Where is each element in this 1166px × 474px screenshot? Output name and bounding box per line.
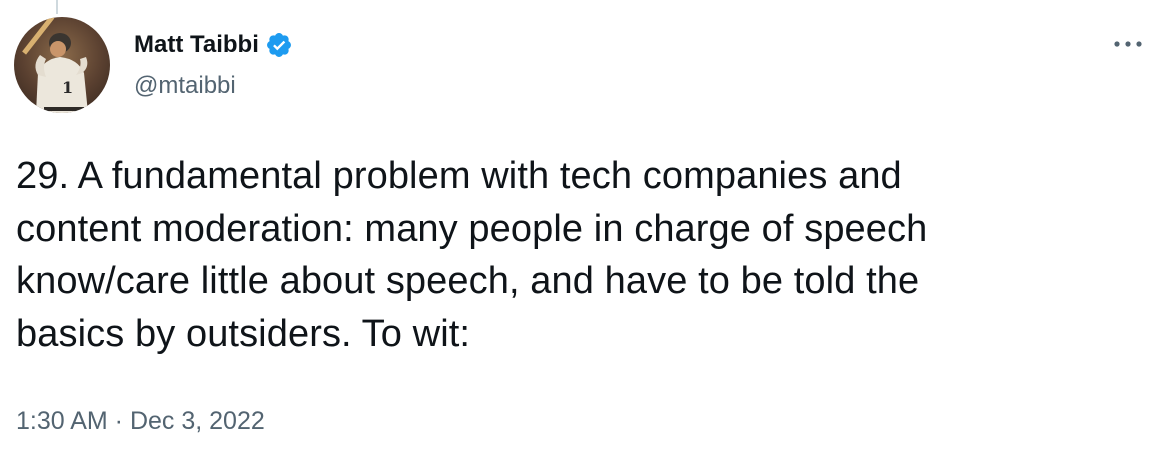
tweet-text-line: basics by outsiders. To wit: <box>16 312 471 355</box>
tweet-text-line: know/care little about speech, and have … <box>16 260 920 302</box>
tweet-text: 29. A fundamental problem with tech comp… <box>16 150 1156 360</box>
avatar-image: 1 <box>14 17 110 113</box>
thread-connector <box>56 0 58 14</box>
avatar[interactable]: 1 <box>14 17 110 113</box>
svg-text:1: 1 <box>62 78 73 97</box>
tweet-text-line: 29. A fundamental problem with tech comp… <box>16 155 902 197</box>
tweet-timestamp[interactable]: 1:30 AM · Dec 3, 2022 <box>16 404 265 438</box>
tweet-card: 1 Matt Taibbi @mtaibbi 29. A fundamental… <box>0 0 1166 474</box>
author-handle[interactable]: @mtaibbi <box>134 69 293 103</box>
verified-badge-icon <box>265 31 293 59</box>
tweet-text-line: content moderation: many people in charg… <box>16 207 928 250</box>
author-display-name[interactable]: Matt Taibbi <box>134 28 259 62</box>
more-options-button[interactable] <box>1108 30 1148 58</box>
author-block: Matt Taibbi @mtaibbi <box>134 28 293 103</box>
author-name-row: Matt Taibbi <box>134 28 293 62</box>
more-horizontal-icon <box>1112 39 1144 49</box>
